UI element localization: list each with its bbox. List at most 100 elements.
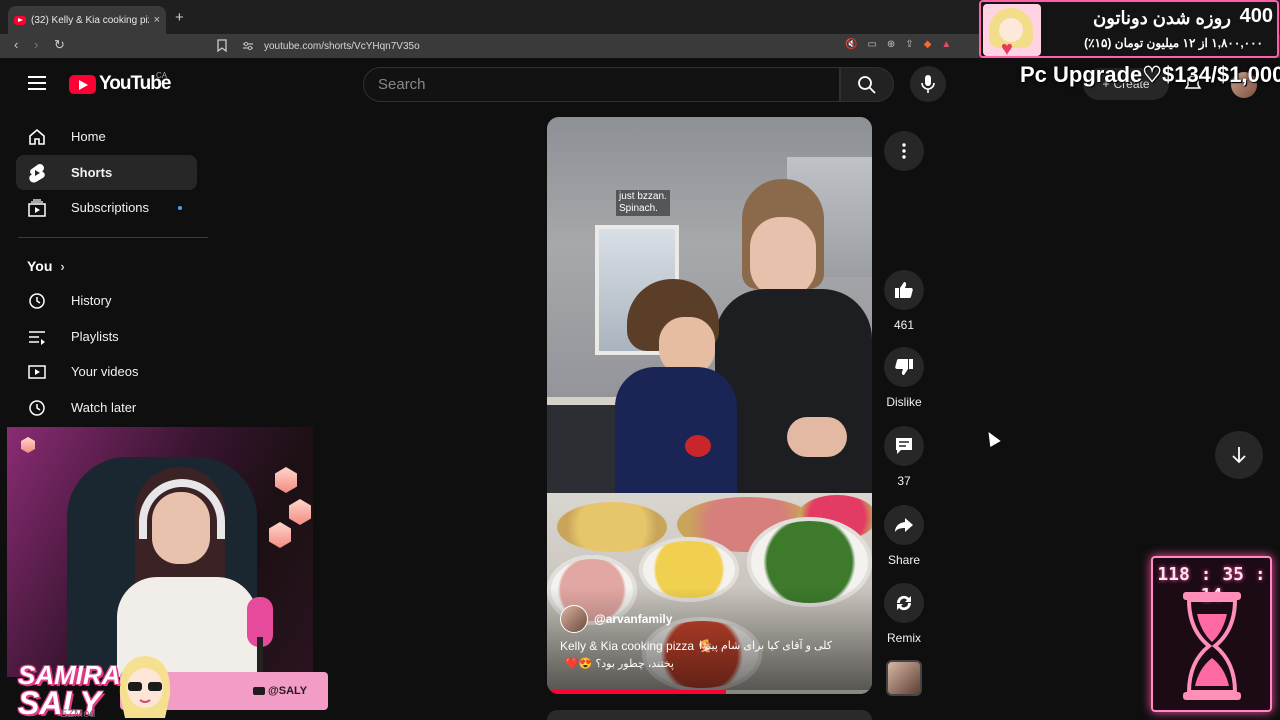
cast-icon[interactable]: ▭ <box>867 39 876 50</box>
youtube-favicon-icon <box>14 15 26 25</box>
short-video-player[interactable]: just bzzan. Spinach. @arvanfamily Kelly … <box>547 117 872 694</box>
sidebar-divider <box>18 237 208 238</box>
playlists-icon <box>27 327 47 347</box>
sidebar-you-header[interactable]: You › <box>27 258 65 274</box>
sidebar-item-shorts[interactable]: Shorts <box>16 155 197 190</box>
comment-icon <box>896 438 912 454</box>
like-count: 461 <box>893 318 915 332</box>
region-code: CA <box>156 71 168 80</box>
share-page-icon[interactable]: ⇪ <box>905 39 913 50</box>
voice-search-button[interactable] <box>910 66 946 102</box>
short-title-persian-line2: پختند، چطور بود؟ 😍❤️ <box>565 658 674 670</box>
remix-button[interactable] <box>884 583 924 623</box>
sidebar-item-label: Watch later <box>71 400 137 415</box>
sidebar-item-history[interactable]: History <box>16 283 197 318</box>
like-action: 461 <box>880 270 928 332</box>
comment-action: 37 <box>880 426 928 488</box>
watch-later-icon <box>27 398 47 418</box>
comment-count: 37 <box>897 474 911 488</box>
video-progress-bar[interactable] <box>547 690 872 694</box>
channel-avatar[interactable] <box>560 605 588 633</box>
share-label: Share <box>887 553 921 567</box>
youtube-small-icon <box>253 687 265 695</box>
video-caption: just bzzan. Spinach. <box>616 190 670 216</box>
youtube-logo-icon <box>69 74 96 94</box>
sidebar-item-watch-later[interactable]: Watch later <box>16 390 197 425</box>
chevron-right-icon: › <box>60 258 65 274</box>
search-button[interactable] <box>840 67 894 102</box>
sidebar-item-home[interactable]: Home <box>16 119 197 154</box>
site-settings-icon[interactable] <box>242 41 254 51</box>
menu-icon[interactable] <box>28 76 46 90</box>
new-content-dot <box>178 206 182 210</box>
sidebar-item-label: History <box>71 293 112 308</box>
sidebar-item-subscriptions[interactable]: Subscriptions <box>16 190 197 225</box>
home-icon <box>27 127 47 147</box>
search-icon <box>858 75 876 94</box>
pc-upgrade-goal: Pc Upgrade♡$134/$1,000 <box>1020 62 1280 87</box>
caption-line1: just bzzan. <box>619 191 667 202</box>
subscriptions-icon <box>27 198 47 218</box>
channel-link[interactable]: @arvanfamily <box>560 605 672 633</box>
sidebar-item-label: Your videos <box>71 364 139 379</box>
donation-avatar-image: ♥ <box>983 4 1041 56</box>
streamer-handle: @SALY <box>253 685 307 697</box>
short-title-english: Kelly & Kia cooking pizza 🍕 <box>560 639 713 653</box>
back-button[interactable]: ‹ <box>14 37 18 52</box>
share-button[interactable] <box>884 505 924 545</box>
next-video-button[interactable] <box>1215 431 1263 479</box>
more-options-button[interactable] <box>884 131 924 171</box>
donation-progress-text: ۱,۸۰۰,۰۰۰ از ۱۲ میلیون تومان (۱۵٪) <box>1084 36 1263 50</box>
sidebar-item-label: Subscriptions <box>71 200 150 215</box>
next-short-peek[interactable] <box>547 710 872 720</box>
remix-label: Remix <box>886 631 921 645</box>
mouse-cursor-icon <box>983 428 1001 448</box>
zoom-icon[interactable]: ⊕ <box>887 39 895 50</box>
sidebar-item-playlists[interactable]: Playlists <box>16 319 197 354</box>
donation-goal-overlay: ♥ روزه شدن دوناتون 400 ۱,۸۰۰,۰۰۰ از ۱۲ م… <box>979 0 1279 58</box>
more-vertical-icon <box>902 143 906 159</box>
dislike-button[interactable] <box>884 347 924 387</box>
sound-thumbnail[interactable] <box>886 660 922 696</box>
share-action: Share <box>880 505 928 567</box>
remix-action: Remix <box>880 583 928 645</box>
reload-button[interactable]: ↻ <box>54 37 65 53</box>
donation-title: روزه شدن دوناتون <box>1093 8 1231 28</box>
new-tab-button[interactable]: + <box>175 9 184 26</box>
sidebar-item-label: Playlists <box>71 329 119 344</box>
rewards-icon[interactable]: ▲ <box>941 39 951 50</box>
sidebar-item-label: Home <box>71 129 106 144</box>
like-button[interactable] <box>884 270 924 310</box>
sidebar-item-your-videos[interactable]: Your videos <box>16 354 197 389</box>
remix-icon <box>896 595 912 611</box>
shorts-icon <box>27 163 47 183</box>
short-title-persian: کلی و آقای کیا برای شام پیتزا <box>699 640 832 652</box>
mute-icon[interactable]: 🔇 <box>845 39 857 50</box>
channel-name[interactable]: @arvanfamily <box>594 612 672 626</box>
you-label: You <box>27 258 53 274</box>
url-text: youtube.com/shorts/VcYHqn7V35o <box>264 40 420 52</box>
donation-target: 400 <box>1239 5 1273 27</box>
search-box <box>363 67 840 102</box>
dislike-action: Dislike <box>880 347 928 409</box>
tab-title: (32) Kelly & Kia cooking pizza <box>31 14 149 26</box>
video-progress-fill <box>547 690 726 694</box>
bookmark-icon[interactable] <box>217 39 227 52</box>
browser-tab[interactable]: (32) Kelly & Kia cooking pizza × <box>8 6 166 34</box>
microphone-icon <box>921 75 935 93</box>
streamer-handle-text: @SALY <box>268 685 308 697</box>
search-input[interactable] <box>378 76 839 93</box>
arrow-down-icon <box>1232 447 1246 464</box>
caption-line2: Spinach. <box>619 203 658 214</box>
forward-button[interactable]: › <box>34 37 38 52</box>
sidebar-item-label: Shorts <box>71 165 113 180</box>
history-icon <box>27 291 47 311</box>
your-videos-icon <box>27 362 47 382</box>
thumbs-down-icon <box>895 359 913 375</box>
tab-close-icon[interactable]: × <box>154 14 160 26</box>
dislike-label: Dislike <box>886 395 922 409</box>
hourglass-icon <box>1183 592 1241 700</box>
comments-button[interactable] <box>884 426 924 466</box>
thumbs-up-icon <box>895 282 913 298</box>
brave-shield-icon[interactable]: ◆ <box>924 39 932 50</box>
